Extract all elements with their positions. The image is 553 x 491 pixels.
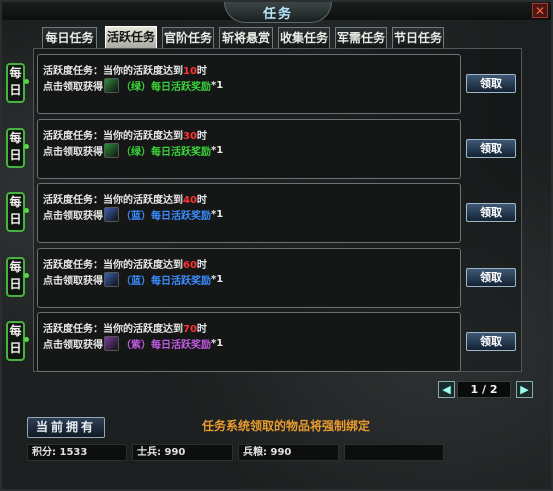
close-button[interactable]: ✕ — [532, 3, 548, 18]
reward-count: *1 — [211, 145, 224, 156]
requirement-text: 活跃度任务：当你的活跃度达到 — [43, 131, 183, 142]
reward-name: （蓝）每日活跃奖励 — [121, 211, 211, 222]
task-reward: 点击领取获得 （绿）每日活跃奖励 *1 — [43, 78, 223, 93]
task-row: 活跃度任务：当你的活跃度达到10时点击领取获得 （绿）每日活跃奖励 *1 — [37, 54, 461, 114]
task-requirement: 活跃度任务：当你的活跃度达到30时 — [43, 127, 207, 142]
task-row: 活跃度任务：当你的活跃度达到70时点击领取获得 （紫）每日活跃奖励 *1 — [37, 312, 461, 372]
green-box-icon[interactable] — [104, 78, 119, 93]
requirement-suffix: 时 — [196, 324, 207, 335]
title-ornament: 任务 — [224, 2, 332, 23]
task-row: 活跃度任务：当你的活跃度达到30时点击领取获得 （绿）每日活跃奖励 *1 — [37, 119, 461, 179]
requirement-text: 活跃度任务：当你的活跃度达到 — [43, 66, 183, 77]
requirement-value: 30 — [183, 131, 197, 142]
reward-count: *1 — [211, 274, 224, 285]
reward-prefix: 点击领取获得 — [43, 211, 103, 222]
requirement-text: 活跃度任务：当你的活跃度达到 — [43, 195, 183, 206]
requirement-text: 活跃度任务：当你的活跃度达到 — [43, 324, 183, 335]
task-reward: 点击领取获得 （紫）每日活跃奖励 *1 — [43, 336, 223, 351]
claim-button[interactable]: 领取 — [466, 332, 516, 351]
binding-notice: 任务系统领取的物品将强制绑定 — [202, 419, 371, 433]
reward-count: *1 — [211, 80, 224, 91]
daily-badge: 每日 — [6, 192, 29, 232]
task-reward: 点击领取获得 （蓝）每日活跃奖励 *1 — [43, 207, 223, 222]
blue-box-icon[interactable] — [104, 272, 119, 287]
reward-name: （蓝）每日活跃奖励 — [121, 276, 211, 287]
tab-5[interactable]: 收集任务 — [278, 27, 330, 48]
tab-1[interactable]: 每日任务 — [42, 27, 97, 48]
claim-button[interactable]: 领取 — [466, 139, 516, 158]
requirement-suffix: 时 — [196, 66, 207, 77]
reward-count: *1 — [211, 209, 224, 220]
daily-badge: 每日 — [6, 63, 29, 103]
task-requirement: 活跃度任务：当你的活跃度达到10时 — [43, 62, 207, 77]
current-holdings-button[interactable]: 当前拥有 — [27, 417, 105, 438]
purple-box-icon[interactable] — [104, 336, 119, 351]
green-box-icon[interactable] — [104, 143, 119, 158]
requirement-value: 70 — [183, 324, 197, 335]
next-page-button[interactable]: ▶ — [516, 381, 533, 398]
stat-grain: 兵粮: 990 — [238, 444, 339, 461]
reward-count: *1 — [211, 338, 224, 349]
stat-empty — [344, 444, 444, 461]
requirement-suffix: 时 — [196, 195, 207, 206]
reward-name: （紫）每日活跃奖励 — [121, 340, 211, 351]
title-bar: 任务 ✕ — [2, 2, 551, 23]
reward-prefix: 点击领取获得 — [43, 276, 103, 287]
requirement-suffix: 时 — [196, 131, 207, 142]
task-list: 活跃度任务：当你的活跃度达到10时 点击领取获得 （绿）每日活跃奖励 *1 活跃度任务：… — [33, 48, 522, 372]
stat-soldiers: 士兵: 990 — [132, 444, 233, 461]
requirement-value: 40 — [183, 195, 197, 206]
requirement-value: 10 — [183, 66, 197, 77]
reward-prefix: 点击领取获得 — [43, 82, 103, 93]
reward-name: （绿）每日活跃奖励 — [121, 147, 211, 158]
tab-6[interactable]: 军需任务 — [335, 27, 387, 48]
daily-badge: 每日 — [6, 321, 29, 361]
blue-box-icon[interactable] — [104, 207, 119, 222]
task-requirement: 活跃度任务：当你的活跃度达到40时 — [43, 191, 207, 206]
page-indicator: 1 / 2 — [457, 381, 511, 398]
tab-3[interactable]: 官阶任务 — [162, 27, 214, 48]
claim-button[interactable]: 领取 — [466, 74, 516, 93]
daily-badge: 每日 — [6, 257, 29, 297]
requirement-text: 活跃度任务：当你的活跃度达到 — [43, 260, 183, 271]
task-requirement: 活跃度任务：当你的活跃度达到70时 — [43, 320, 207, 335]
window-title: 任务 — [262, 7, 293, 22]
task-row: 活跃度任务：当你的活跃度达到40时点击领取获得 （蓝）每日活跃奖励 *1 — [37, 183, 461, 243]
reward-name: （绿）每日活跃奖励 — [121, 82, 211, 93]
requirement-value: 60 — [183, 260, 197, 271]
requirement-suffix: 时 — [196, 260, 207, 271]
task-reward: 点击领取获得 （蓝）每日活跃奖励 *1 — [43, 272, 223, 287]
daily-badge: 每日 — [6, 128, 29, 168]
task-row: 活跃度任务：当你的活跃度达到60时点击领取获得 （蓝）每日活跃奖励 *1 — [37, 248, 461, 308]
claim-button[interactable]: 领取 — [466, 268, 516, 287]
tab-2[interactable]: 活跃任务 — [105, 26, 157, 49]
tab-4[interactable]: 斩将悬赏 — [219, 27, 273, 48]
prev-page-button[interactable]: ◀ — [438, 381, 455, 398]
stat-points: 积分: 1533 — [27, 444, 127, 461]
claim-button[interactable]: 领取 — [466, 203, 516, 222]
task-requirement: 活跃度任务：当你的活跃度达到60时 — [43, 256, 207, 271]
task-reward: 点击领取获得 （绿）每日活跃奖励 *1 — [43, 143, 223, 158]
task-window: 任务 ✕ 每日任务 活跃任务 官阶任务 斩将悬赏 收集任务 军需任务 节日任务 每日 每日 每日… — [0, 0, 553, 491]
reward-prefix: 点击领取获得 — [43, 147, 103, 158]
tab-7[interactable]: 节日任务 — [392, 27, 444, 48]
reward-prefix: 点击领取获得 — [43, 340, 103, 351]
